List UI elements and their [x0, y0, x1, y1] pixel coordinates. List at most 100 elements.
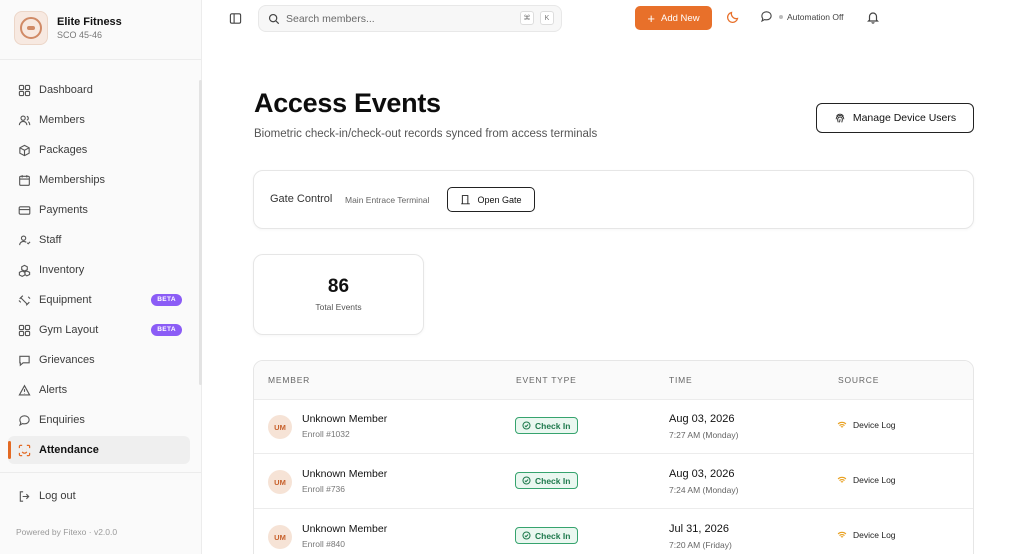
- sidebar-item-label: Alerts: [39, 384, 68, 396]
- panel-left-icon: [229, 12, 241, 24]
- check-circle-icon: [522, 476, 531, 485]
- credit-card-icon: [17, 203, 31, 217]
- staff-icon: [17, 233, 31, 247]
- scan-icon: [17, 443, 31, 457]
- layout-icon: [17, 323, 31, 337]
- sidebar-item-staff[interactable]: Staff: [8, 226, 190, 254]
- sidebar-item-equipment[interactable]: Equipment BETA: [8, 286, 190, 314]
- logout-section: Log out: [8, 482, 190, 512]
- sidebar-item-label: Payments: [39, 204, 88, 216]
- sidebar-item-label: Enquiries: [39, 414, 85, 426]
- brand[interactable]: Elite Fitness SCO 45-46: [14, 11, 122, 45]
- sidebar-item-label: Memberships: [39, 174, 106, 186]
- sidebar-item-dashboard[interactable]: Dashboard: [8, 76, 190, 104]
- page-subtitle: Biometric check-in/check-out records syn…: [254, 128, 598, 140]
- open-gate-button[interactable]: Open Gate: [447, 187, 535, 212]
- sidebar-item-gym-layout[interactable]: Gym Layout BETA: [8, 316, 190, 344]
- table-header: MEMBER EVENT TYPE TIME SOURCE: [254, 361, 973, 400]
- check-circle-icon: [522, 531, 531, 540]
- fingerprint-icon: [835, 113, 845, 123]
- event-type-label: Check In: [535, 475, 571, 486]
- search-input[interactable]: Search members...: [286, 13, 375, 25]
- package-icon: [17, 143, 31, 157]
- sidebar-nav: Dashboard Members Packages Memberships P…: [8, 76, 190, 466]
- chat-bubble-icon: [761, 11, 772, 23]
- sidebar: Elite Fitness SCO 45-46 Dashboard Member…: [0, 0, 202, 554]
- sidebar-item-memberships[interactable]: Memberships: [8, 166, 190, 194]
- event-time: 7:20 AM (Friday): [669, 540, 732, 550]
- member-name: Unknown Member: [302, 468, 388, 480]
- avatar: UM: [268, 525, 292, 549]
- topbar: Search members... ⌘ K + Add New Automati…: [202, 0, 1024, 36]
- automation-status[interactable]: Automation Off: [760, 10, 844, 23]
- sidebar-item-label: Dashboard: [39, 84, 93, 96]
- table-row[interactable]: UM Unknown Member Enroll #840 Check In J…: [254, 510, 973, 554]
- logout-icon: [17, 489, 31, 503]
- sidebar-item-packages[interactable]: Packages: [8, 136, 190, 164]
- event-type-badge: Check In: [515, 527, 579, 544]
- member-name: Unknown Member: [302, 413, 388, 425]
- sidebar-item-label: Attendance: [39, 444, 99, 456]
- users-icon: [17, 113, 31, 127]
- event-source: Device Log: [837, 530, 896, 540]
- table-row[interactable]: UM Unknown Member Enroll #1032 Check In …: [254, 400, 973, 454]
- status-dot: [779, 14, 783, 19]
- event-type-badge: Check In: [515, 472, 579, 489]
- boxes-icon: [17, 263, 31, 277]
- manage-device-users-button[interactable]: Manage Device Users: [816, 103, 974, 133]
- wifi-icon: [837, 476, 847, 483]
- access-events-table: MEMBER EVENT TYPE TIME SOURCE UM Unknown…: [253, 360, 974, 554]
- event-source-label: Device Log: [853, 530, 896, 540]
- column-header-event-type: EVENT TYPE: [516, 375, 577, 385]
- event-source: Device Log: [837, 475, 896, 485]
- sidebar-item-label: Packages: [39, 144, 88, 156]
- brand-location: SCO 45-46: [57, 29, 103, 40]
- sidebar-item-payments[interactable]: Payments: [8, 196, 190, 224]
- event-time: 7:27 AM (Monday): [669, 430, 739, 440]
- sidebar-item-label: Members: [39, 114, 85, 126]
- event-type-label: Check In: [535, 420, 571, 431]
- page-title: Access Events: [254, 88, 441, 118]
- calendar-icon: [17, 173, 31, 187]
- sidebar-item-label: Staff: [39, 234, 62, 246]
- plus-icon: +: [647, 10, 656, 26]
- sidebar-item-alerts[interactable]: Alerts: [8, 376, 190, 404]
- sidebar-item-inventory[interactable]: Inventory: [8, 256, 190, 284]
- wifi-icon: [837, 421, 847, 428]
- event-date: Jul 31, 2026: [669, 523, 729, 535]
- event-type-label: Check In: [535, 530, 571, 541]
- theme-toggle-moon-icon[interactable]: [726, 10, 740, 24]
- table-row[interactable]: UM Unknown Member Enroll #736 Check In A…: [254, 455, 973, 509]
- total-events-card: 86 Total Events: [253, 254, 424, 335]
- column-header-member: MEMBER: [268, 375, 311, 385]
- shortcut-k-key: K: [540, 11, 554, 25]
- search-bar[interactable]: Search members... ⌘ K: [258, 5, 562, 32]
- open-gate-label: Open Gate: [477, 194, 522, 205]
- member-enroll-id: Enroll #840: [302, 539, 346, 549]
- avatar: UM: [268, 470, 292, 494]
- check-circle-icon: [522, 421, 531, 430]
- total-events-value: 86: [327, 276, 350, 297]
- event-type-badge: Check In: [515, 417, 579, 434]
- sidebar-toggle-button[interactable]: [226, 9, 244, 27]
- gate-control-card: Gate Control Main Entrace Terminal Open …: [253, 170, 974, 229]
- sidebar-item-attendance[interactable]: Attendance: [8, 436, 190, 464]
- chat-icon: [17, 413, 31, 427]
- notifications-bell-icon[interactable]: [866, 10, 880, 24]
- wifi-icon: [837, 531, 847, 538]
- sidebar-item-label: Equipment: [39, 294, 92, 306]
- shortcut-cmd-key: ⌘: [520, 11, 534, 25]
- sidebar-scrollbar[interactable]: [199, 80, 202, 385]
- message-icon: [17, 353, 31, 367]
- sidebar-item-grievances[interactable]: Grievances: [8, 346, 190, 374]
- gate-terminal-name: Main Entrace Terminal: [345, 195, 430, 205]
- sidebar-item-members[interactable]: Members: [8, 106, 190, 134]
- automation-label: Automation Off: [787, 11, 844, 22]
- logout-button[interactable]: Log out: [8, 482, 190, 510]
- sidebar-divider: [0, 59, 201, 60]
- event-date: Aug 03, 2026: [669, 468, 735, 480]
- powered-by: Powered by Fitexo · v2.0.0: [16, 527, 118, 537]
- add-new-button[interactable]: + Add New: [635, 6, 712, 30]
- member-enroll-id: Enroll #736: [302, 484, 346, 494]
- sidebar-item-enquiries[interactable]: Enquiries: [8, 406, 190, 434]
